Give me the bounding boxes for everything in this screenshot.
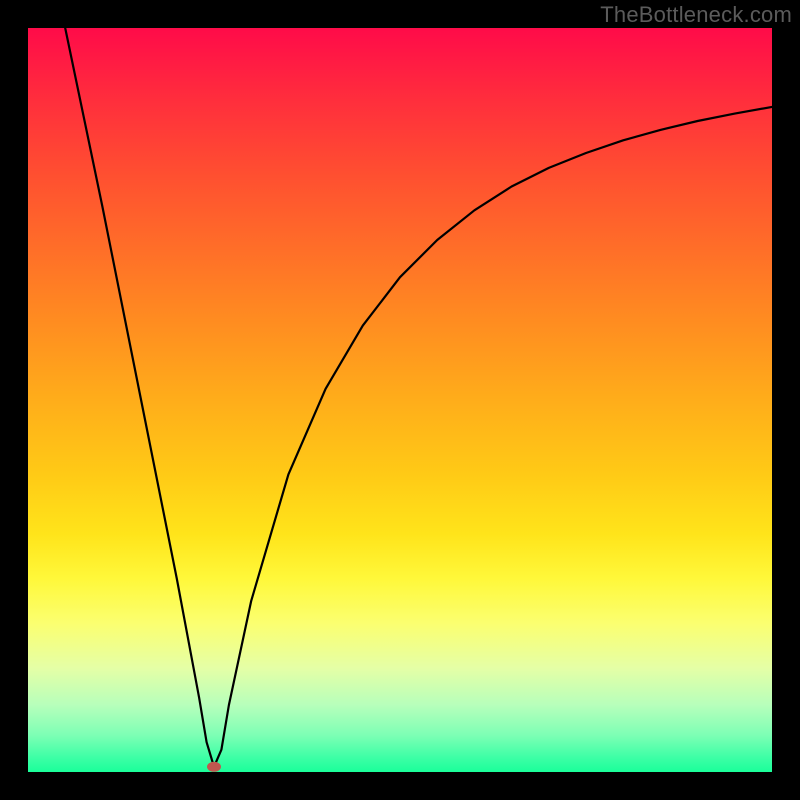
chart-frame: TheBottleneck.com — [0, 0, 800, 800]
optimum-marker — [207, 762, 221, 772]
chart-svg — [28, 28, 772, 772]
watermark-text: TheBottleneck.com — [600, 2, 792, 28]
bottleneck-curve — [65, 28, 772, 767]
plot-area — [28, 28, 772, 772]
